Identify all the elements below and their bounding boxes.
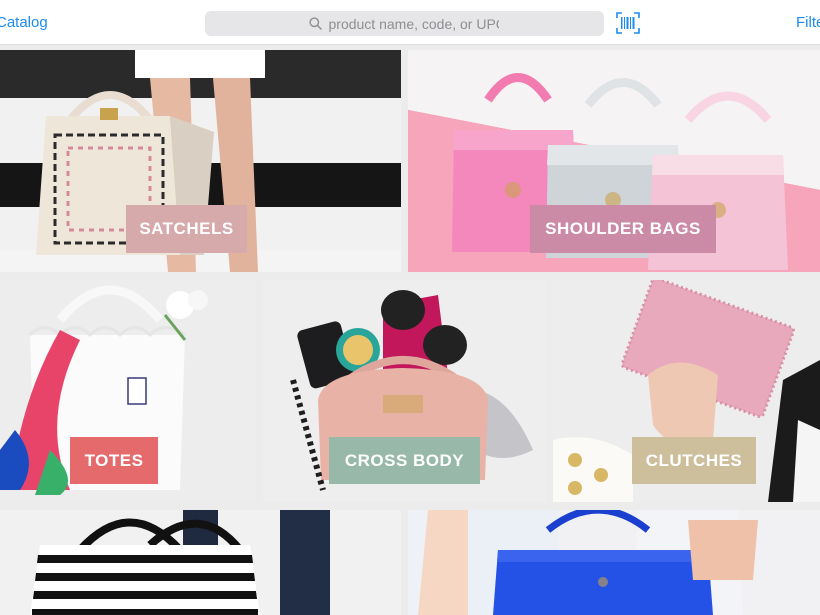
barcode-scan-icon[interactable] bbox=[616, 12, 640, 34]
category-tile-clutches[interactable]: CLUTCHES bbox=[553, 280, 820, 502]
category-label: SATCHELS bbox=[126, 205, 247, 253]
category-label: CROSS BODY bbox=[329, 437, 480, 484]
back-to-catalog-link[interactable]: Catalog bbox=[0, 14, 48, 31]
search-field[interactable] bbox=[205, 11, 604, 36]
category-tile-row3-right[interactable] bbox=[408, 510, 820, 615]
top-bar: Catalog Filter bbox=[0, 0, 820, 45]
filter-link[interactable]: Filter bbox=[796, 14, 820, 31]
category-tile-totes[interactable]: TOTES bbox=[0, 280, 256, 502]
blue-bag-image bbox=[408, 510, 820, 615]
category-label: CLUTCHES bbox=[632, 437, 756, 484]
category-tile-cross-body[interactable]: CROSS BODY bbox=[263, 280, 546, 502]
category-label: TOTES bbox=[70, 437, 158, 484]
search-icon bbox=[308, 17, 322, 30]
search-input[interactable] bbox=[326, 14, 501, 33]
category-tile-row3-left[interactable] bbox=[0, 510, 401, 615]
category-label: SHOULDER BAGS bbox=[530, 205, 716, 253]
category-tile-satchels[interactable]: SATCHELS bbox=[0, 50, 401, 272]
striped-tote-image bbox=[0, 510, 401, 615]
category-tile-shoulder-bags[interactable]: SHOULDER BAGS bbox=[408, 50, 820, 272]
